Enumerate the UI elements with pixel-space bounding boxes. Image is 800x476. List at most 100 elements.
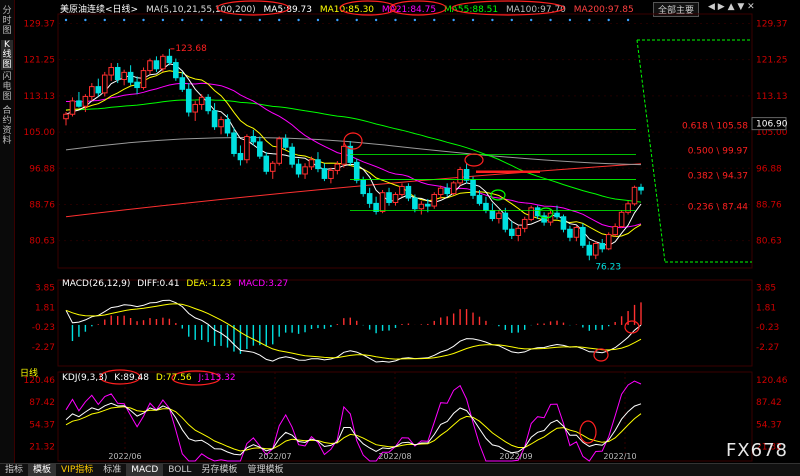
candle-body-42: [334, 163, 341, 171]
candle-body-47: [366, 193, 373, 204]
candle-body-45: [353, 161, 360, 181]
signal-dot-66: [491, 18, 494, 22]
kdj-tick-right-0: 120.46: [756, 376, 788, 386]
macd-tick-left-1: 1.81: [35, 303, 55, 313]
kdj-k: K:89.48: [114, 373, 149, 383]
candle-body-62: [463, 169, 470, 181]
candle-body-69: [508, 228, 515, 236]
kdj-tick-right-1: 87.42: [756, 398, 782, 408]
candle-body-4: [89, 86, 95, 97]
date-label-1: 2022/07: [258, 452, 291, 461]
ma200-line: [65, 163, 642, 218]
signal-dot-6: [103, 18, 106, 22]
candle-body-0: [63, 113, 69, 120]
bottom-tab-save-template[interactable]: 另存模板: [196, 464, 242, 476]
macd-tick-right-3: -2.27: [756, 343, 779, 353]
candle-body-83: [599, 242, 606, 250]
macd-macd: MACD:3.27: [238, 279, 289, 289]
candle-body-64: [476, 194, 483, 204]
candle-body-21: [198, 96, 205, 105]
date-label-4: 2022/10: [603, 452, 636, 461]
candle-body-22: [205, 96, 211, 112]
price-tick-right-6: 80.63: [756, 237, 782, 247]
price-tick-left-2: 113.13: [24, 92, 56, 102]
macd-dea-line: [65, 303, 642, 360]
price-tick-right-4: 96.88: [756, 164, 782, 174]
macd-dea: DEA:-1.23: [186, 279, 232, 289]
watermark-logo: FX678: [725, 440, 788, 461]
macd-diff-line: [65, 299, 642, 363]
chart-svg[interactable]: 129.37 129.37 121.25 121.25 113.13 113.13 105.…: [0, 0, 800, 463]
candle-body-52: [399, 185, 405, 195]
price-tick-left-4: 96.88: [29, 164, 55, 174]
high-label: 123.68: [175, 44, 207, 54]
candle-body-54: [412, 197, 418, 210]
candle-body-89: [638, 186, 644, 191]
fib-label-2: 0.382 \ 94.37: [688, 171, 748, 181]
signal-dot-18: [181, 18, 184, 22]
bottom-tab-indicator[interactable]: 指标: [0, 464, 28, 476]
signal-dot-72: [529, 18, 533, 22]
candle-body-9: [121, 71, 127, 81]
candle-body-23: [211, 110, 218, 128]
signal-dot-60: [452, 18, 455, 22]
bottom-tab-boll[interactable]: BOLL: [163, 464, 196, 476]
ma21-line: [66, 82, 642, 229]
macd-tick-right-1: 1.81: [756, 303, 776, 313]
signal-dot-3: [84, 18, 87, 22]
candle-body-60: [450, 182, 457, 195]
candle-body-50: [386, 192, 392, 203]
candle-body-81: [586, 244, 593, 256]
bottom-tab-vip[interactable]: VIP指标: [56, 464, 98, 476]
candle-body-71: [521, 218, 528, 229]
bottom-toolbar: 指标 模板 VIP指标 标准 MACD BOLL 另存模板 管理模板: [0, 463, 800, 476]
price-tick-right-2: 113.13: [756, 92, 788, 102]
signal-dot-9: [122, 18, 126, 22]
kdj-tick-left-1: 87.42: [29, 398, 55, 408]
candle-body-31: [263, 155, 270, 172]
candle-body-61: [457, 169, 463, 184]
candle-body-72: [528, 207, 534, 220]
candle-body-82: [592, 242, 599, 256]
candle-body-35: [289, 146, 295, 165]
pane-frame-2: [57, 371, 753, 462]
signal-dot-48: [374, 18, 378, 22]
fib-label-1: 0.500 \ 99.97: [688, 147, 748, 157]
signal-dot-81: [588, 18, 591, 22]
signal-dot-42: [336, 18, 339, 22]
bottom-tab-standard[interactable]: 标准: [98, 464, 126, 476]
bottom-tab-template[interactable]: 模板: [28, 464, 57, 476]
candle-body-53: [405, 185, 412, 199]
candle-body-27: [237, 152, 244, 161]
candle-body-58: [437, 187, 444, 195]
kdj-header: KDJ(9,3,3) K:89.48 D:77.56 J:113.32: [62, 373, 240, 383]
date-label-2: 2022/08: [378, 452, 411, 461]
signal-dot-27: [239, 18, 242, 22]
bottom-tab-manage-template[interactable]: 管理模板: [242, 464, 288, 476]
candle-body-13: [147, 60, 153, 72]
macd-diff: DIFF:0.41: [137, 279, 180, 289]
candle-body-24: [218, 119, 224, 128]
day-period-tab[interactable]: 日线: [20, 366, 38, 379]
header-circle-2: [389, 0, 447, 16]
candle-body-51: [392, 193, 399, 203]
kdj-tick-right-2: 54.37: [756, 420, 782, 430]
candle-body-79: [573, 226, 580, 238]
fib-dashed-diag: [636, 39, 666, 263]
macd-tick-right-0: 3.85: [756, 283, 776, 293]
candle-body-1: [69, 100, 76, 115]
candle-body-67: [496, 212, 502, 220]
candle-body-16: [166, 55, 173, 64]
macd-circle-1: [624, 320, 640, 334]
candle-body-8: [114, 66, 121, 81]
price-tick-right-5: 88.76: [756, 200, 782, 210]
candle-body-70: [515, 227, 522, 236]
price-tick-right-0: 129.37: [756, 19, 788, 29]
kdj-title: KDJ(9,3,3): [62, 373, 108, 383]
candle-body-34: [282, 138, 289, 148]
signal-dot-78: [568, 18, 572, 22]
candle-body-56: [424, 203, 431, 207]
candle-body-77: [560, 216, 567, 230]
bottom-tab-macd[interactable]: MACD: [126, 464, 164, 476]
ma100-line: [65, 137, 642, 166]
